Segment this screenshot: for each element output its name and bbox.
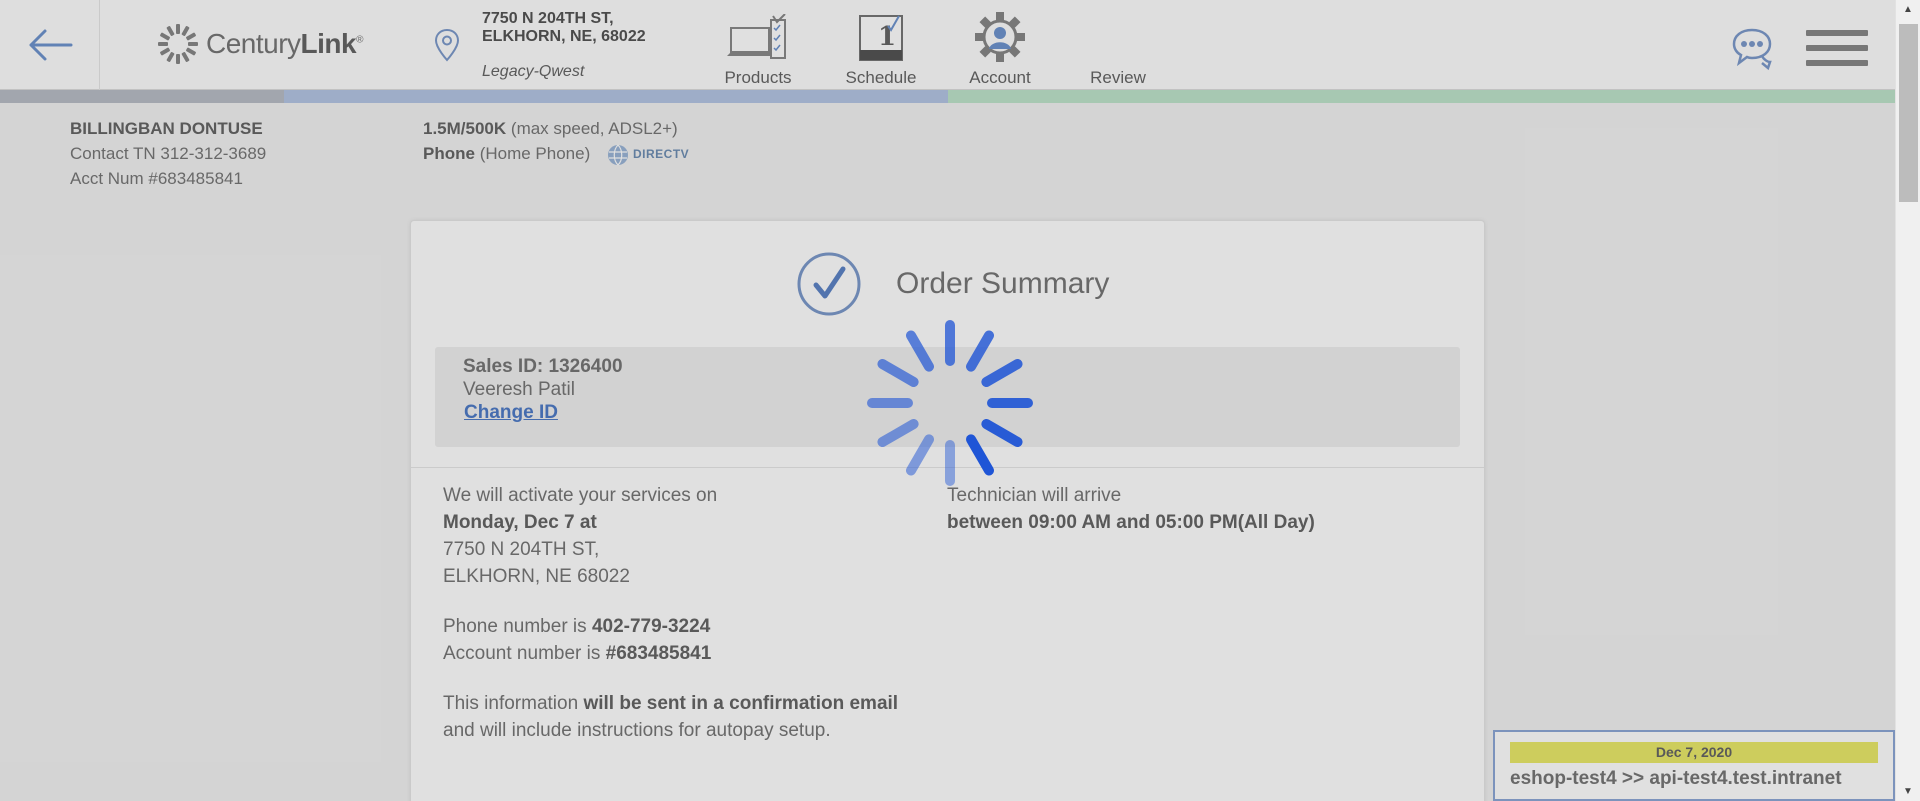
spinner-spoke (906, 330, 934, 372)
vertical-scrollbar[interactable]: ▲ ▼ (1895, 0, 1920, 801)
spinner-spoke (906, 434, 934, 476)
spinner-spoke (981, 419, 1023, 447)
spinner-spoke (981, 359, 1023, 387)
scroll-down-arrow-icon[interactable]: ▼ (1903, 786, 1913, 797)
scroll-thumb[interactable] (1899, 24, 1918, 202)
spinner-spoke (877, 419, 919, 447)
spinner-spoke (966, 330, 994, 372)
loading-spinner-icon (867, 320, 1033, 486)
scroll-up-arrow-icon[interactable]: ▲ (1903, 4, 1913, 15)
spinner-spoke (966, 434, 994, 476)
loading-overlay (0, 0, 1895, 801)
spinner-spoke (877, 359, 919, 387)
